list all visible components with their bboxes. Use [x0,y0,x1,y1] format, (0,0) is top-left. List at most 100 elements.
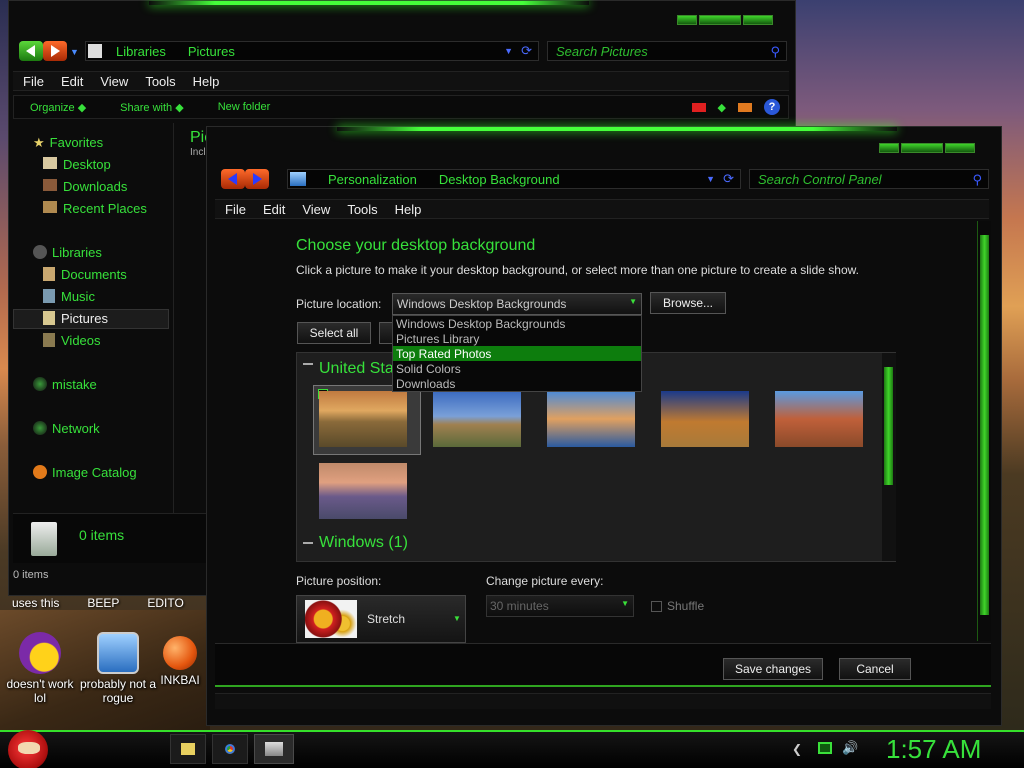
menu-edit[interactable]: Edit [61,74,83,89]
picture-location-select[interactable]: Windows Desktop Backgrounds ▼ [392,293,642,315]
change-picture-label: Change picture every: [486,574,604,588]
dropdown-option[interactable]: Pictures Library [393,331,641,346]
maximize-button[interactable] [699,15,741,25]
nav-music[interactable]: Music [43,289,95,304]
dropdown-option[interactable]: Windows Desktop Backgrounds [393,316,641,331]
breadcrumb-pictures[interactable]: Pictures [188,44,235,59]
cancel-button[interactable]: Cancel [839,658,911,680]
desktop-icon-yahoo[interactable]: doesn't work lol [0,632,80,705]
chevron-down-icon[interactable]: ▼ [706,174,715,184]
back-button[interactable] [221,169,245,189]
menu-help[interactable]: Help [395,202,422,217]
taskbar-control-panel-button[interactable] [254,734,294,764]
group-header-windows[interactable]: Windows (1) [319,534,408,552]
address-bar[interactable]: Personalization Desktop Background ▼ ⟳ [287,169,741,189]
new-folder-button[interactable]: New folder [218,101,271,113]
show-hidden-icons[interactable]: ❮ [792,742,802,756]
chevron-down-icon[interactable]: ▼ [504,46,513,56]
status-bar: 0 items [13,569,49,581]
forward-button[interactable] [43,41,67,61]
wallpaper-thumbnail-1[interactable] [319,391,407,447]
save-changes-button[interactable]: Save changes [723,658,823,680]
breadcrumb-libraries[interactable]: Libraries [116,44,166,59]
picture-position-select[interactable]: Stretch ▼ [296,595,466,643]
minimize-button[interactable] [879,143,899,153]
organize-button[interactable]: Organize ◆ [30,101,86,114]
wallpaper-thumbnail-6[interactable] [319,463,407,519]
taskbar-explorer-button[interactable] [170,734,206,764]
pictures-icon [43,311,55,325]
wallpaper-thumbnail-3[interactable] [547,391,635,447]
menu-view[interactable]: View [302,202,330,217]
close-button[interactable] [743,15,773,25]
clock[interactable]: 1:57 AM [886,734,981,765]
dropdown-option[interactable]: Downloads [393,376,641,391]
wallpaper-thumbnail-4[interactable] [661,391,749,447]
menu-tools[interactable]: Tools [347,202,377,217]
scrollbar-thumb[interactable] [980,235,989,615]
back-button[interactable] [19,41,43,61]
nav-libraries-label: Libraries [52,245,102,260]
change-picture-select[interactable]: 30 minutes ▼ [486,595,634,617]
minimize-button[interactable] [677,15,697,25]
nav-mistake[interactable]: mistake [33,377,97,392]
search-input[interactable]: Search Pictures ⚲ [547,41,787,61]
search-input[interactable]: Search Control Panel ⚲ [749,169,989,189]
dropdown-option[interactable]: Solid Colors [393,361,641,376]
close-button[interactable] [945,143,975,153]
view-options-icon[interactable] [691,102,706,112]
browse-button[interactable]: Browse... [650,292,726,314]
start-button[interactable] [8,730,48,768]
chevron-down-icon[interactable]: ▼ [70,47,79,57]
nav-pictures-label: Pictures [61,311,108,326]
maximize-button[interactable] [901,143,943,153]
nav-pictures[interactable]: Pictures [43,311,108,326]
desktop-label: EDITO [147,596,184,610]
page-scrollbar[interactable] [977,221,991,641]
menu-help[interactable]: Help [193,74,220,89]
nav-favorites[interactable]: ★ Favorites [33,135,103,151]
nav-recent-places[interactable]: Recent Places [43,201,147,216]
menu-tools[interactable]: Tools [145,74,175,89]
arrow-right-icon [253,173,262,185]
desktop-icon-label: INKBAI [160,673,200,687]
nav-network[interactable]: Network [33,421,100,436]
nav-documents[interactable]: Documents [43,267,127,282]
desktop-icon-inkball[interactable]: INKBAI [150,636,210,687]
shuffle-label: Shuffle [667,599,705,613]
refresh-icon[interactable]: ⟳ [723,171,734,187]
picture-location-label: Picture location: [296,297,382,311]
breadcrumb-desktop-background[interactable]: Desktop Background [439,172,560,187]
wallpaper-thumbnail-5[interactable] [775,391,863,447]
forward-button[interactable] [245,169,269,189]
breadcrumb-personalization[interactable]: Personalization [328,172,417,187]
collapse-icon[interactable] [303,542,313,544]
nav-image-catalog[interactable]: Image Catalog [33,465,137,480]
collapse-icon[interactable] [303,363,313,365]
menu-file[interactable]: File [225,202,246,217]
select-all-button[interactable]: Select all [297,322,371,344]
taskbar-chrome-button[interactable] [212,734,248,764]
menu-edit[interactable]: Edit [263,202,285,217]
grid-scrollbar-thumb[interactable] [884,367,893,485]
nav-videos[interactable]: Videos [43,333,101,348]
wallpaper-thumbnail-2[interactable] [433,391,521,447]
dropdown-option-highlighted[interactable]: Top Rated Photos [393,346,641,361]
network-tray-icon[interactable] [818,742,832,754]
nav-libraries[interactable]: Libraries [33,245,102,260]
help-icon[interactable]: ? [764,99,780,115]
view-dropdown-icon[interactable]: ◆ [718,101,726,114]
desktop-icon-rogue[interactable]: probably not a rogue [78,632,158,705]
volume-icon[interactable]: 🔊 [842,740,858,756]
refresh-icon[interactable]: ⟳ [521,43,532,59]
shuffle-checkbox[interactable]: Shuffle [651,599,704,613]
menu-view[interactable]: View [100,74,128,89]
preview-pane-icon[interactable] [738,102,752,112]
downloads-icon [43,179,57,191]
share-with-button[interactable]: Share with ◆ [120,101,184,114]
nav-desktop[interactable]: Desktop [43,157,111,172]
nav-downloads[interactable]: Downloads [43,179,127,194]
grid-scrollbar[interactable] [882,353,896,561]
address-bar[interactable]: Libraries Pictures ▼ ⟳ [85,41,539,61]
menu-file[interactable]: File [23,74,44,89]
